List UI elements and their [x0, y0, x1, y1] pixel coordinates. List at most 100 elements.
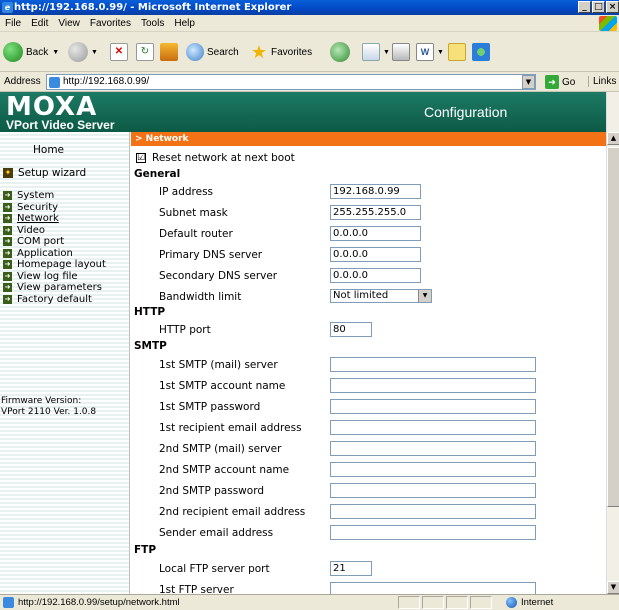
- brand-name: MOXA: [6, 92, 98, 122]
- forward-button[interactable]: ▼: [68, 41, 98, 63]
- product-name: VPort Video Server: [6, 118, 115, 132]
- chevron-down-icon[interactable]: ▼: [91, 49, 98, 56]
- messenger-icon: [472, 43, 490, 61]
- back-arrow-icon: [3, 42, 23, 62]
- reset-network-checkbox[interactable]: ☑: [136, 153, 146, 163]
- go-button[interactable]: ➜ Go: [545, 75, 575, 89]
- sidebar-item-security[interactable]: ➜ Security: [3, 202, 106, 214]
- sidebar-menu: ➜ System ➜ Security ➜ Network ➜ Video ➜ COM p…: [3, 190, 106, 305]
- menu-help[interactable]: Help: [169, 15, 200, 32]
- go-arrow-icon: ➜: [545, 75, 559, 89]
- chevron-down-icon[interactable]: ▼: [52, 49, 59, 56]
- primary-dns-label: Primary DNS server: [159, 249, 263, 261]
- menu-tools[interactable]: Tools: [136, 15, 169, 32]
- bandwidth-limit-value: Not limited: [333, 290, 389, 301]
- refresh-button[interactable]: ↻: [136, 41, 157, 63]
- chevron-down-icon[interactable]: ▼: [383, 49, 390, 56]
- favorites-button[interactable]: ★ Favorites: [250, 41, 312, 63]
- sidebar-setup-wizard[interactable]: ✦ Setup wizard: [3, 167, 86, 179]
- sidebar-home-link[interactable]: Home: [33, 144, 64, 156]
- stop-button[interactable]: ✕: [110, 41, 131, 63]
- scroll-thumb[interactable]: [607, 147, 619, 507]
- sidebar-item-view-parameters[interactable]: ➜ View parameters: [3, 282, 106, 294]
- ip-address-input[interactable]: 192.168.0.99: [330, 184, 421, 199]
- sidebar-item-label: Video: [17, 224, 46, 236]
- sidebar-item-view-log-file[interactable]: ➜ View log file: [3, 271, 106, 283]
- messenger-button[interactable]: [472, 41, 493, 63]
- menu-favorites[interactable]: Favorites: [85, 15, 136, 32]
- page-icon: [49, 77, 60, 88]
- smtp1-server-input[interactable]: [330, 357, 536, 372]
- status-pane: [398, 596, 420, 609]
- sidebar-item-label: View log file: [17, 270, 78, 282]
- edit-button[interactable]: W ▼: [416, 41, 444, 63]
- ip-address-label: IP address: [159, 186, 214, 198]
- sidebar-item-com-port[interactable]: ➜ COM port: [3, 236, 106, 248]
- chevron-down-icon[interactable]: ▼: [437, 49, 444, 56]
- sidebar-item-system[interactable]: ➜ System: [3, 190, 106, 202]
- sidebar-item-network[interactable]: ➜ Network: [3, 213, 106, 225]
- section-http: HTTP: [134, 306, 166, 318]
- recipient1-email-label: 1st recipient email address: [159, 422, 302, 434]
- scroll-up-button[interactable]: ▲: [607, 132, 619, 145]
- primary-dns-input[interactable]: 0.0.0.0: [330, 247, 421, 262]
- vertical-scrollbar[interactable]: ▲ ▼: [606, 92, 619, 594]
- sidebar-item-label: COM port: [17, 236, 65, 247]
- smtp2-account-input[interactable]: [330, 462, 536, 477]
- window-title: http://192.168.0.99/ - Microsoft Interne…: [14, 2, 292, 13]
- history-button[interactable]: [330, 41, 353, 63]
- smtp1-password-input[interactable]: [330, 399, 536, 414]
- menu-edit[interactable]: Edit: [26, 15, 53, 32]
- search-icon: [186, 43, 204, 61]
- sidebar-item-label: Network: [17, 213, 59, 224]
- breadcrumb: > Network: [131, 132, 606, 146]
- chevron-down-icon[interactable]: ▼: [418, 290, 431, 302]
- sender-email-label: Sender email address: [159, 527, 274, 539]
- minimize-button[interactable]: _: [578, 1, 591, 13]
- recipient2-email-input[interactable]: [330, 504, 536, 519]
- search-button[interactable]: Search: [186, 41, 239, 63]
- close-button[interactable]: ×: [606, 1, 619, 13]
- mail-button[interactable]: ▼: [362, 41, 390, 63]
- http-port-input[interactable]: 80: [330, 322, 372, 337]
- back-button[interactable]: Back ▼: [3, 41, 59, 63]
- smtp1-account-input[interactable]: [330, 378, 536, 393]
- discuss-button[interactable]: [448, 41, 469, 63]
- home-button[interactable]: [160, 41, 181, 63]
- sidebar-item-factory-default[interactable]: ➜ Factory default: [3, 294, 106, 306]
- reset-network-option[interactable]: ☑ Reset network at next boot: [136, 152, 295, 164]
- zone-label: Internet: [521, 597, 554, 608]
- links-button[interactable]: Links: [588, 76, 616, 87]
- moxa-logo: MOXA VPort Video Server: [6, 92, 115, 132]
- sidebar-item-video[interactable]: ➜ Video: [3, 225, 106, 237]
- address-dropdown-button[interactable]: ▼: [522, 75, 535, 89]
- favorites-star-icon: ★: [250, 42, 268, 62]
- ftp-port-label: Local FTP server port: [159, 563, 270, 575]
- recipient1-email-input[interactable]: [330, 420, 536, 435]
- menu-view[interactable]: View: [53, 15, 85, 32]
- default-router-input[interactable]: 0.0.0.0: [330, 226, 421, 241]
- ftp-server-input[interactable]: [330, 582, 536, 594]
- section-ftp: FTP: [134, 544, 157, 556]
- secondary-dns-input[interactable]: 0.0.0.0: [330, 268, 421, 283]
- subnet-mask-input[interactable]: 255.255.255.0: [330, 205, 421, 220]
- smtp2-server-input[interactable]: [330, 441, 536, 456]
- ftp-port-input[interactable]: 21: [330, 561, 372, 576]
- search-label: Search: [207, 46, 239, 58]
- sidebar-item-application[interactable]: ➜ Application: [3, 248, 106, 260]
- print-button[interactable]: [392, 41, 413, 63]
- smtp2-password-input[interactable]: [330, 483, 536, 498]
- firmware-info: Firmware Version: VPort 2110 Ver. 1.0.8: [1, 396, 96, 418]
- maximize-button[interactable]: □: [592, 1, 605, 13]
- sidebar-item-homepage-layout[interactable]: ➜ Homepage layout: [3, 259, 106, 271]
- address-input[interactable]: http://192.168.0.99/: [46, 74, 536, 90]
- sender-email-input[interactable]: [330, 525, 536, 540]
- arrow-icon: ➜: [3, 294, 12, 304]
- bandwidth-limit-select[interactable]: Not limited ▼: [330, 289, 432, 303]
- scroll-down-button[interactable]: ▼: [607, 581, 619, 594]
- menu-file[interactable]: File: [0, 15, 26, 32]
- status-pane: [470, 596, 492, 609]
- network-settings-panel: > Network ☑ Reset network at next boot G…: [131, 132, 606, 594]
- smtp2-server-label: 2nd SMTP (mail) server: [159, 443, 282, 455]
- smtp2-account-label: 2nd SMTP account name: [159, 464, 290, 476]
